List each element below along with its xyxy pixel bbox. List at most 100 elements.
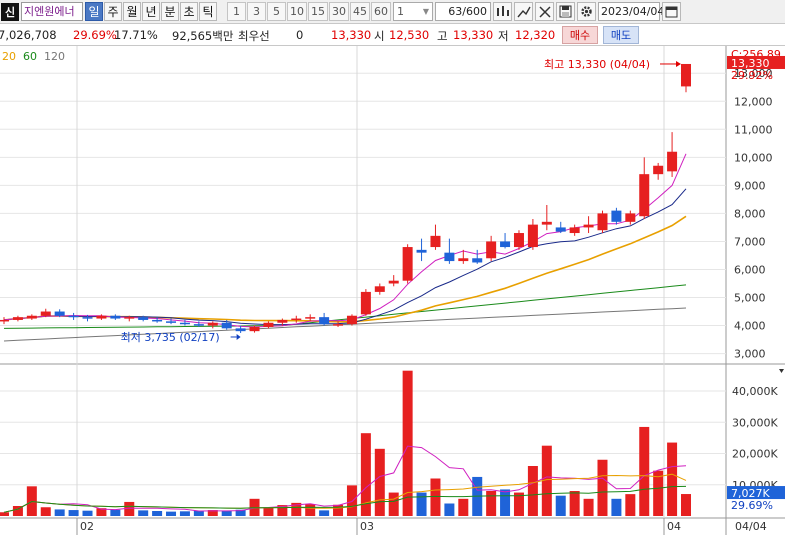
chevron-down-icon: ▼	[422, 7, 429, 16]
volume-bar	[527, 466, 538, 516]
quote-bar: 7,026,708 29.69% 17.71% 92,565백만 최우선 0 1…	[0, 24, 785, 46]
candle-body	[500, 241, 511, 248]
current-volume-pct: 29.69%	[731, 499, 773, 512]
price-tick-label: 12,000	[734, 95, 773, 108]
month-label: 03	[360, 520, 374, 533]
count-field[interactable]: 63/600	[435, 2, 491, 21]
period-tab[interactable]: 틱	[199, 2, 217, 21]
candle-body	[416, 249, 427, 253]
candle-body	[541, 221, 552, 225]
candle-body	[569, 227, 580, 234]
legend-item: 20	[2, 50, 16, 63]
volume-bar	[597, 459, 608, 516]
candle-body	[611, 210, 622, 222]
buy-button[interactable]: 매수	[562, 26, 598, 44]
price-tick-label: 8,000	[734, 207, 766, 220]
volume-bar	[430, 478, 441, 516]
candle-body	[26, 315, 37, 319]
current-price: 13,330	[331, 28, 372, 42]
period-tab[interactable]: 초	[180, 2, 198, 21]
candle-body	[597, 213, 608, 231]
volume-bar	[68, 510, 79, 516]
interval-tab[interactable]: 1	[227, 2, 246, 21]
volume-bar	[110, 509, 121, 516]
legend-item: 60	[23, 50, 37, 63]
draw-line-icon[interactable]	[514, 2, 533, 21]
period-tab[interactable]: 월	[123, 2, 141, 21]
interval-select[interactable]: 1 ▼	[393, 2, 433, 21]
date-field[interactable]: 2023/04/04	[598, 2, 664, 21]
candle-body	[555, 227, 566, 232]
candle-body	[249, 326, 260, 332]
stock-name-field[interactable]: 지엔원에너	[21, 2, 83, 21]
candle-body	[82, 317, 93, 319]
calendar-icon[interactable]	[662, 2, 681, 21]
candle-body	[166, 321, 177, 323]
volume-bar	[263, 507, 274, 516]
chart-settings-icon[interactable]	[493, 2, 512, 21]
interval-tab[interactable]: 15	[308, 2, 328, 21]
sell-button[interactable]: 매도	[603, 26, 639, 44]
period-tab[interactable]: 일	[85, 2, 103, 21]
legend-item: 120	[44, 50, 65, 63]
chart-canvas[interactable]: 13,00012,00011,00010,0009,0008,0007,0006…	[0, 46, 785, 535]
candle-body	[333, 324, 344, 326]
stock-chart[interactable]: 13,000 12,000 11,000 10,000 9,000 8,000 7,000 6…	[0, 46, 785, 535]
interval-tab[interactable]: 5	[267, 2, 286, 21]
volume-bar	[611, 498, 622, 516]
volume-bar	[625, 494, 636, 516]
volume-bar	[82, 510, 93, 516]
candle-body	[68, 315, 79, 318]
candle-body	[96, 315, 107, 319]
month-label: 02	[80, 520, 94, 533]
high-price: 13,330	[453, 28, 494, 42]
candle-body	[402, 247, 413, 281]
interval-tab[interactable]: 45	[350, 2, 370, 21]
candle-body	[138, 317, 149, 320]
volume-bar	[0, 512, 9, 516]
candle-body	[374, 286, 385, 292]
candle-body	[207, 322, 218, 326]
volume-bar	[54, 509, 65, 516]
candle-body	[527, 224, 538, 248]
volume-bar	[444, 503, 455, 516]
close-icon[interactable]	[535, 2, 554, 21]
open-price: 12,530	[389, 28, 430, 42]
low-label: 저	[498, 29, 509, 43]
volume-bar	[569, 491, 580, 516]
candle-body	[346, 315, 357, 325]
candle-body	[305, 317, 316, 319]
last-date-label: 04/04	[735, 520, 767, 533]
volume-tick-label: 30,000K	[732, 416, 778, 429]
interval-tab[interactable]: 30	[329, 2, 349, 21]
volume-bar	[221, 511, 232, 516]
candle-body	[12, 317, 23, 320]
candle-body	[152, 319, 163, 322]
period-tab[interactable]: 분	[161, 2, 179, 21]
candle-body	[179, 322, 190, 325]
candle-body	[388, 280, 399, 284]
price-tick-label: 10,000	[734, 151, 773, 164]
period-tab[interactable]: 주	[104, 2, 122, 21]
interval-tab[interactable]: 3	[247, 2, 266, 21]
candle-body	[124, 317, 135, 319]
candle-body	[193, 324, 204, 326]
volume-bar	[500, 489, 511, 516]
volume-bar	[152, 511, 163, 516]
turnover-rate: 17.71%	[114, 28, 158, 42]
period-tab[interactable]: 년	[142, 2, 160, 21]
interval-tab[interactable]: 60	[371, 2, 391, 21]
candle-body	[291, 318, 302, 321]
interval-tab[interactable]: 10	[287, 2, 307, 21]
gear-icon[interactable]	[577, 2, 596, 21]
save-icon[interactable]	[556, 2, 575, 21]
current-price-pct: 29.92%	[731, 69, 773, 82]
price-tick-label: 11,000	[734, 123, 773, 136]
candle-body	[458, 258, 469, 262]
panel-collapse-icon	[779, 369, 784, 373]
high-annotation: 최고 13,330 (04/04)	[544, 58, 650, 71]
open-label: 시	[374, 29, 385, 43]
volume-bar	[346, 485, 357, 516]
quote-label: 최우선	[238, 29, 270, 43]
candle-body	[221, 322, 232, 329]
